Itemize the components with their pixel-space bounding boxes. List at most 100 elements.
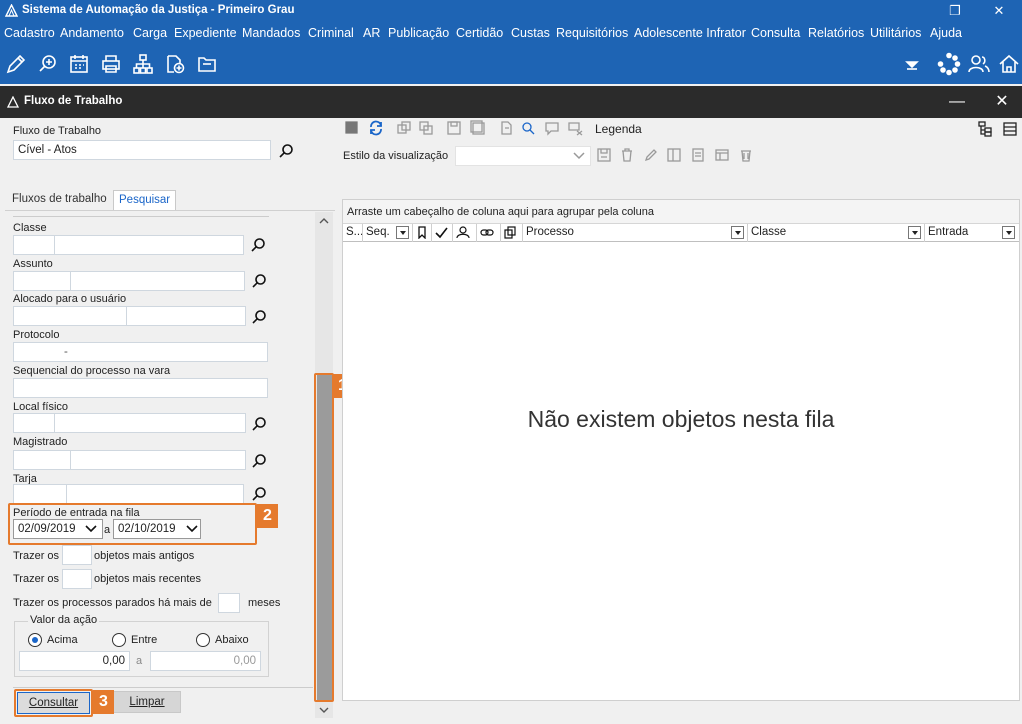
folder-icon[interactable]	[195, 52, 219, 76]
search-icon[interactable]	[251, 309, 267, 325]
menu-expediente[interactable]: Expediente	[174, 26, 237, 40]
col-header-users[interactable]	[453, 224, 477, 242]
search-icon[interactable]	[251, 416, 267, 432]
search-process-icon[interactable]	[36, 52, 60, 76]
assunto-name-input[interactable]	[70, 271, 245, 291]
delete-view-icon[interactable]	[738, 147, 754, 163]
search-document-icon[interactable]	[520, 120, 536, 136]
trash-icon[interactable]	[619, 147, 635, 163]
scroll-down-icon[interactable]	[319, 706, 329, 714]
trazer-os-label: Trazer os	[13, 573, 60, 585]
add-document-icon[interactable]	[163, 52, 187, 76]
col-header-classe[interactable]: Classe	[748, 224, 925, 242]
local-fisico-name-input[interactable]	[54, 413, 246, 433]
col-header-check[interactable]	[432, 224, 453, 242]
edit-icon[interactable]	[4, 52, 28, 76]
menu-consulta[interactable]: Consulta	[751, 26, 800, 40]
col-header-processo[interactable]: Processo	[523, 224, 748, 242]
search-icon[interactable]	[251, 453, 267, 469]
magistrado-code-input[interactable]	[13, 450, 71, 470]
menu-adolescente-infrator[interactable]: Adolescente Infrator	[634, 26, 746, 40]
stop-icon[interactable]	[344, 120, 360, 136]
radio-entre[interactable]	[112, 633, 126, 647]
classe-name-input[interactable]	[54, 235, 244, 255]
radio-abaixo[interactable]	[196, 633, 210, 647]
save-all-icon[interactable]	[470, 120, 486, 136]
menu-requisitorios[interactable]: Requisitórios	[556, 26, 628, 40]
search-icon[interactable]	[251, 273, 267, 289]
duplicate-icon[interactable]	[418, 120, 434, 136]
grid-view-icon[interactable]	[1002, 121, 1018, 137]
limpar-button[interactable]: Limpar	[113, 691, 181, 713]
col-header-bookmark[interactable]	[413, 224, 432, 242]
restore-button[interactable]: ❐	[932, 0, 978, 22]
save-disk-icon[interactable]	[446, 120, 462, 136]
menu-custas[interactable]: Custas	[511, 26, 550, 40]
menu-ar[interactable]: AR	[363, 26, 380, 40]
table-icon[interactable]	[714, 147, 730, 163]
menu-certidao[interactable]: Certidão	[456, 26, 503, 40]
menu-publicacao[interactable]: Publicação	[388, 26, 449, 40]
printer-icon[interactable]	[99, 52, 123, 76]
scroll-up-icon[interactable]	[319, 217, 329, 225]
menu-carga[interactable]: Carga	[133, 26, 167, 40]
menu-andamento[interactable]: Andamento	[60, 26, 124, 40]
comment-icon[interactable]	[544, 120, 560, 136]
menu-relatorios[interactable]: Relatórios	[808, 26, 864, 40]
group-by-bar[interactable]: Arraste um cabeçalho de coluna aqui para…	[343, 200, 1019, 223]
recent-count-input[interactable]	[62, 569, 92, 589]
menu-utilitarios[interactable]: Utilitários	[870, 26, 921, 40]
close-button[interactable]: ✕	[976, 0, 1022, 22]
sequencial-input[interactable]	[13, 378, 268, 398]
workflow-input[interactable]: Cível - Atos	[13, 140, 271, 160]
copy-icon[interactable]	[396, 120, 412, 136]
child-close-button[interactable]: ✕	[982, 86, 1022, 118]
list-icon[interactable]	[690, 147, 706, 163]
alocado-code-input[interactable]	[13, 306, 127, 326]
col-header-link[interactable]	[477, 224, 501, 242]
tarja-name-input[interactable]	[66, 484, 244, 504]
tab-fluxos-de-trabalho[interactable]: Fluxos de trabalho	[7, 190, 112, 210]
org-chart-icon[interactable]	[131, 52, 155, 76]
oldest-count-input[interactable]	[62, 545, 92, 565]
users-icon[interactable]	[967, 52, 991, 76]
home-icon[interactable]	[997, 52, 1021, 76]
col-header-copy[interactable]	[501, 224, 523, 242]
radio-acima[interactable]	[28, 633, 42, 647]
alocado-name-input[interactable]	[126, 306, 246, 326]
search-icon[interactable]	[278, 143, 294, 159]
assunto-code-input[interactable]	[13, 271, 71, 291]
export-icon[interactable]	[498, 120, 514, 136]
column-filter-dropdown[interactable]	[1002, 226, 1015, 239]
legend-label[interactable]: Legenda	[595, 122, 642, 136]
remove-comment-icon[interactable]	[567, 120, 583, 136]
local-fisico-code-input[interactable]	[13, 413, 55, 433]
menu-mandados[interactable]: Mandados	[242, 26, 300, 40]
dropdown-arrow-icon[interactable]	[904, 56, 920, 72]
value-from-input[interactable]: 0,00	[19, 651, 130, 671]
months-input[interactable]	[218, 593, 240, 613]
search-icon[interactable]	[251, 486, 267, 502]
protocolo-input[interactable]: -	[13, 342, 268, 362]
classe-code-input[interactable]	[13, 235, 55, 255]
view-style-select[interactable]	[455, 146, 591, 166]
value-to-input[interactable]: 0,00	[150, 651, 261, 671]
minimize-button[interactable]: —	[937, 86, 977, 118]
menu-criminal[interactable]: Criminal	[308, 26, 354, 40]
menu-ajuda[interactable]: Ajuda	[930, 26, 962, 40]
pencil-icon[interactable]	[643, 147, 659, 163]
col-header-s[interactable]: S...	[343, 224, 363, 242]
column-filter-dropdown[interactable]	[908, 226, 921, 239]
save-view-icon[interactable]	[596, 147, 612, 163]
menu-cadastro[interactable]: Cadastro	[4, 26, 55, 40]
tab-pesquisar[interactable]: Pesquisar	[113, 190, 177, 210]
columns-icon[interactable]	[666, 147, 682, 163]
tree-view-icon[interactable]	[977, 121, 993, 137]
search-icon[interactable]	[250, 237, 266, 253]
column-filter-dropdown[interactable]	[396, 226, 409, 239]
tarja-code-input[interactable]	[13, 484, 67, 504]
calendar-icon[interactable]	[67, 52, 91, 76]
column-filter-dropdown[interactable]	[731, 226, 744, 239]
magistrado-name-input[interactable]	[70, 450, 246, 470]
refresh-icon[interactable]	[368, 120, 384, 136]
